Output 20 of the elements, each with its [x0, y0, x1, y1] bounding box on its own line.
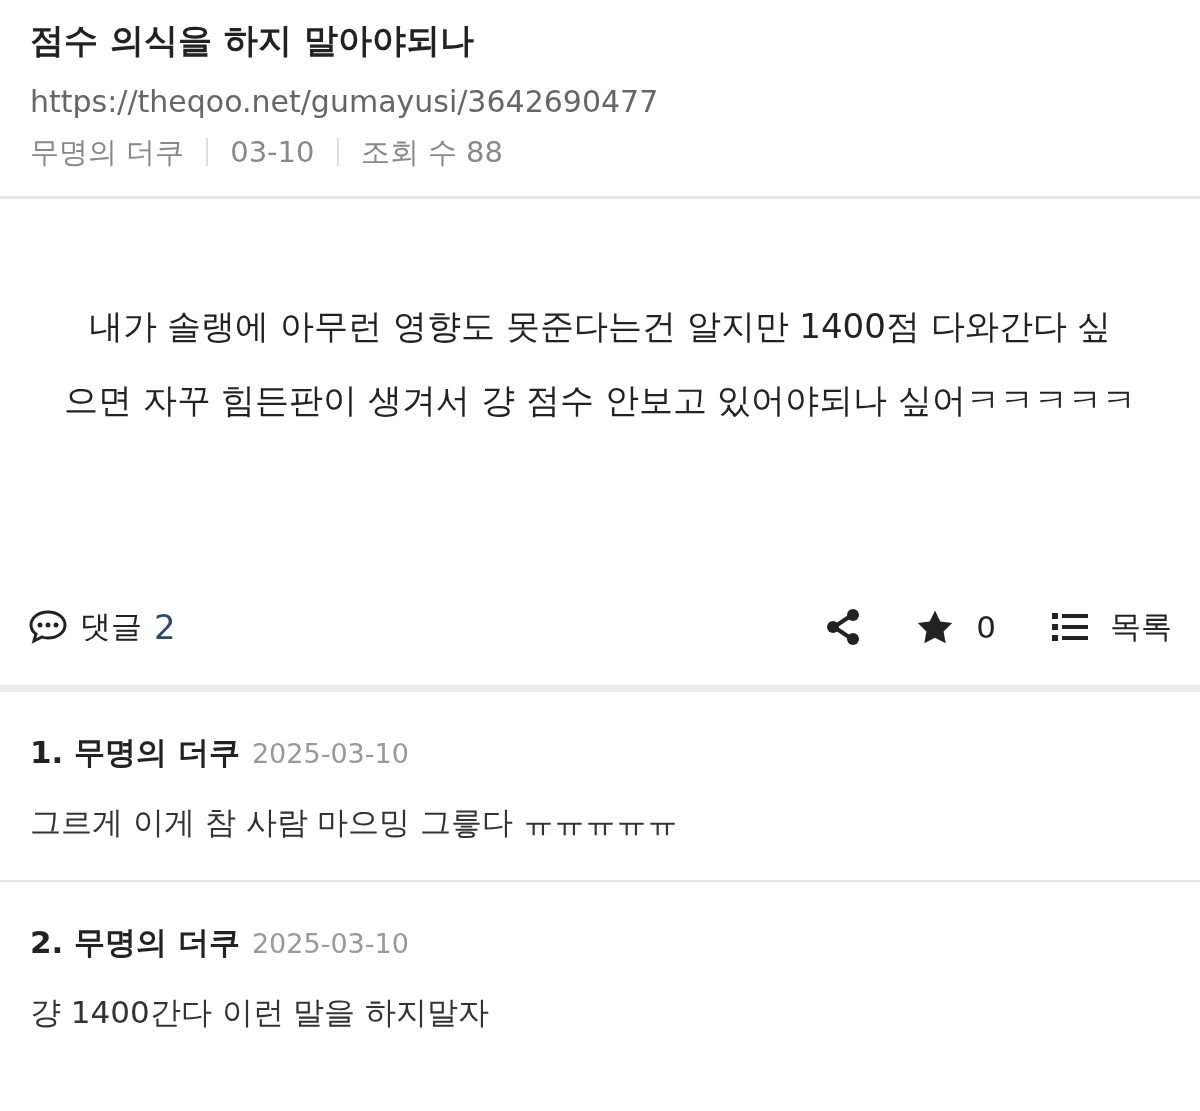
post-meta: 조회 수 88 [336, 138, 525, 166]
comments-button[interactable]: 댓글 2 [28, 606, 176, 648]
post-title: 점수 의식을 하지 말아야되나 [30, 19, 475, 62]
comment-text: 그르게 이게 참 사람 마으밍 그릏다 ㅠㅠㅠㅠㅠ [30, 803, 680, 842]
share-icon[interactable] [826, 608, 861, 646]
star-icon [916, 609, 955, 645]
comment-author: 2. 무명의 더쿠 [30, 923, 240, 962]
post-body-line: 내가 솔랭에 아무런 영향도 못준다는건 알지만 1400점 다와간다 싶 [87, 305, 1113, 348]
post-meta: 03-10 [206, 138, 337, 166]
speech-bubble-icon [28, 609, 68, 645]
comment-author: 1. 무명의 더쿠 [30, 733, 240, 772]
comment-date: 2025-03-10 [251, 738, 409, 769]
post-meta: 무명의 더쿠 [30, 138, 186, 166]
comment-date: 2025-03-10 [251, 928, 409, 959]
star-button[interactable]: 0 [916, 609, 996, 645]
list-button[interactable]: 목록 [1052, 606, 1172, 648]
comment-text: 걍 1400간다 이런 말을 하지말자 [30, 993, 491, 1032]
post-body-line: 으면 자꾸 힘든판이 생겨서 걍 점수 안보고 있어야되나 싶어ㅋㅋㅋㅋㅋ [62, 379, 1138, 422]
list-icon [1052, 612, 1088, 642]
post-url: https://theqoo.net/gumayusi/3642690477 [30, 83, 660, 121]
